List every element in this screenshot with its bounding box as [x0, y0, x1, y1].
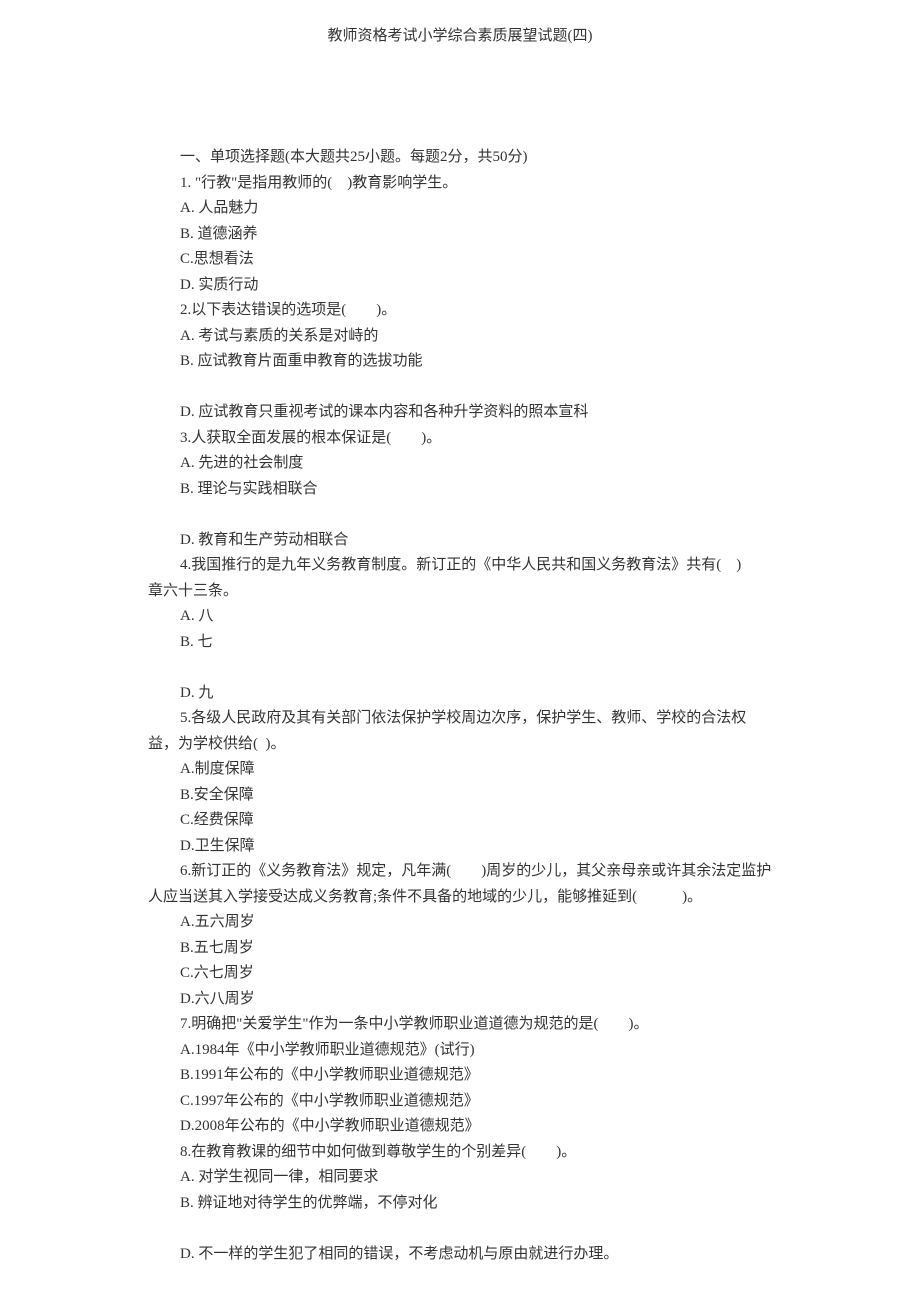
q2-stem: 2.以下表达错误的选项是( )。 — [148, 298, 772, 324]
q5-stem-2: 益，为学校供给( )。 — [148, 732, 772, 758]
q3-stem: 3.人获取全面发展的根本保证是( )。 — [148, 426, 772, 452]
q7-option-b: B.1991年公布的《中小学教师职业道德规范》 — [148, 1063, 772, 1089]
q1-option-d: D. 实质行动 — [148, 273, 772, 299]
q1-stem: 1. "行教"是指用教师的( )教育影响学生。 — [148, 171, 772, 197]
document-body: 一、单项选择题(本大题共25小题。每题2分，共50分) 1. "行教"是指用教师… — [0, 145, 920, 1267]
q5-option-b: B.安全保障 — [148, 783, 772, 809]
q7-stem: 7.明确把"关爱学生"作为一条中小学教师职业道道德为规范的是( )。 — [148, 1012, 772, 1038]
q3-option-b: B. 理论与实践相联合 — [148, 477, 772, 503]
q4-stem-1: 4.我国推行的是九年义务教育制度。新订正的《中华人民共和国义务教育法》共有( ) — [148, 553, 772, 579]
section-header: 一、单项选择题(本大题共25小题。每题2分，共50分) — [148, 145, 772, 171]
q8-option-a: A. 对学生视同一律，相同要求 — [148, 1165, 772, 1191]
q2-option-b: B. 应试教育片面重申教育的选拔功能 — [148, 349, 772, 375]
q7-option-d: D.2008年公布的《中小学教师职业道德规范》 — [148, 1114, 772, 1140]
blank-line — [148, 502, 772, 528]
q4-option-d: D. 九 — [148, 681, 772, 707]
q1-option-b: B. 道德涵养 — [148, 222, 772, 248]
q2-option-d: D. 应试教育只重视考试的课本内容和各种升学资料的照本宣科 — [148, 400, 772, 426]
q1-option-a: A. 人品魅力 — [148, 196, 772, 222]
q6-stem-2: 人应当送其入学接受达成义务教育;条件不具备的地域的少儿，能够推延到( )。 — [148, 885, 772, 911]
q5-stem-1: 5.各级人民政府及其有关部门依法保护学校周边次序，保护学生、教师、学校的合法权 — [148, 706, 772, 732]
q6-stem-1: 6.新订正的《义务教育法》规定，凡年满( )周岁的少儿，其父亲母亲或许其余法定监… — [148, 859, 772, 885]
q4-option-a: A. 八 — [148, 604, 772, 630]
blank-line — [148, 655, 772, 681]
q4-option-b: B. 七 — [148, 630, 772, 656]
q6-option-c: C.六七周岁 — [148, 961, 772, 987]
q3-option-d: D. 教育和生产劳动相联合 — [148, 528, 772, 554]
q5-option-c: C.经费保障 — [148, 808, 772, 834]
q4-stem-2: 章六十三条。 — [148, 579, 772, 605]
q5-option-d: D.卫生保障 — [148, 834, 772, 860]
q7-option-a: A.1984年《中小学教师职业道德规范》(试行) — [148, 1038, 772, 1064]
q2-option-a: A. 考试与素质的关系是对峙的 — [148, 324, 772, 350]
q7-option-c: C.1997年公布的《中小学教师职业道德规范》 — [148, 1089, 772, 1115]
q6-option-b: B.五七周岁 — [148, 936, 772, 962]
q8-option-b: B. 辨证地对待学生的优弊端，不停对化 — [148, 1191, 772, 1217]
q8-stem: 8.在教育教课的细节中如何做到尊敬学生的个别差异( )。 — [148, 1140, 772, 1166]
q5-option-a: A.制度保障 — [148, 757, 772, 783]
blank-line — [148, 1216, 772, 1242]
q3-option-a: A. 先进的社会制度 — [148, 451, 772, 477]
q1-option-c: C.思想看法 — [148, 247, 772, 273]
blank-line — [148, 375, 772, 401]
page-title: 教师资格考试小学综合素质展望试题(四) — [0, 24, 920, 45]
q8-option-d: D. 不一样的学生犯了相同的错误，不考虑动机与原由就进行办理。 — [148, 1242, 772, 1268]
q6-option-a: A.五六周岁 — [148, 910, 772, 936]
q6-option-d: D.六八周岁 — [148, 987, 772, 1013]
